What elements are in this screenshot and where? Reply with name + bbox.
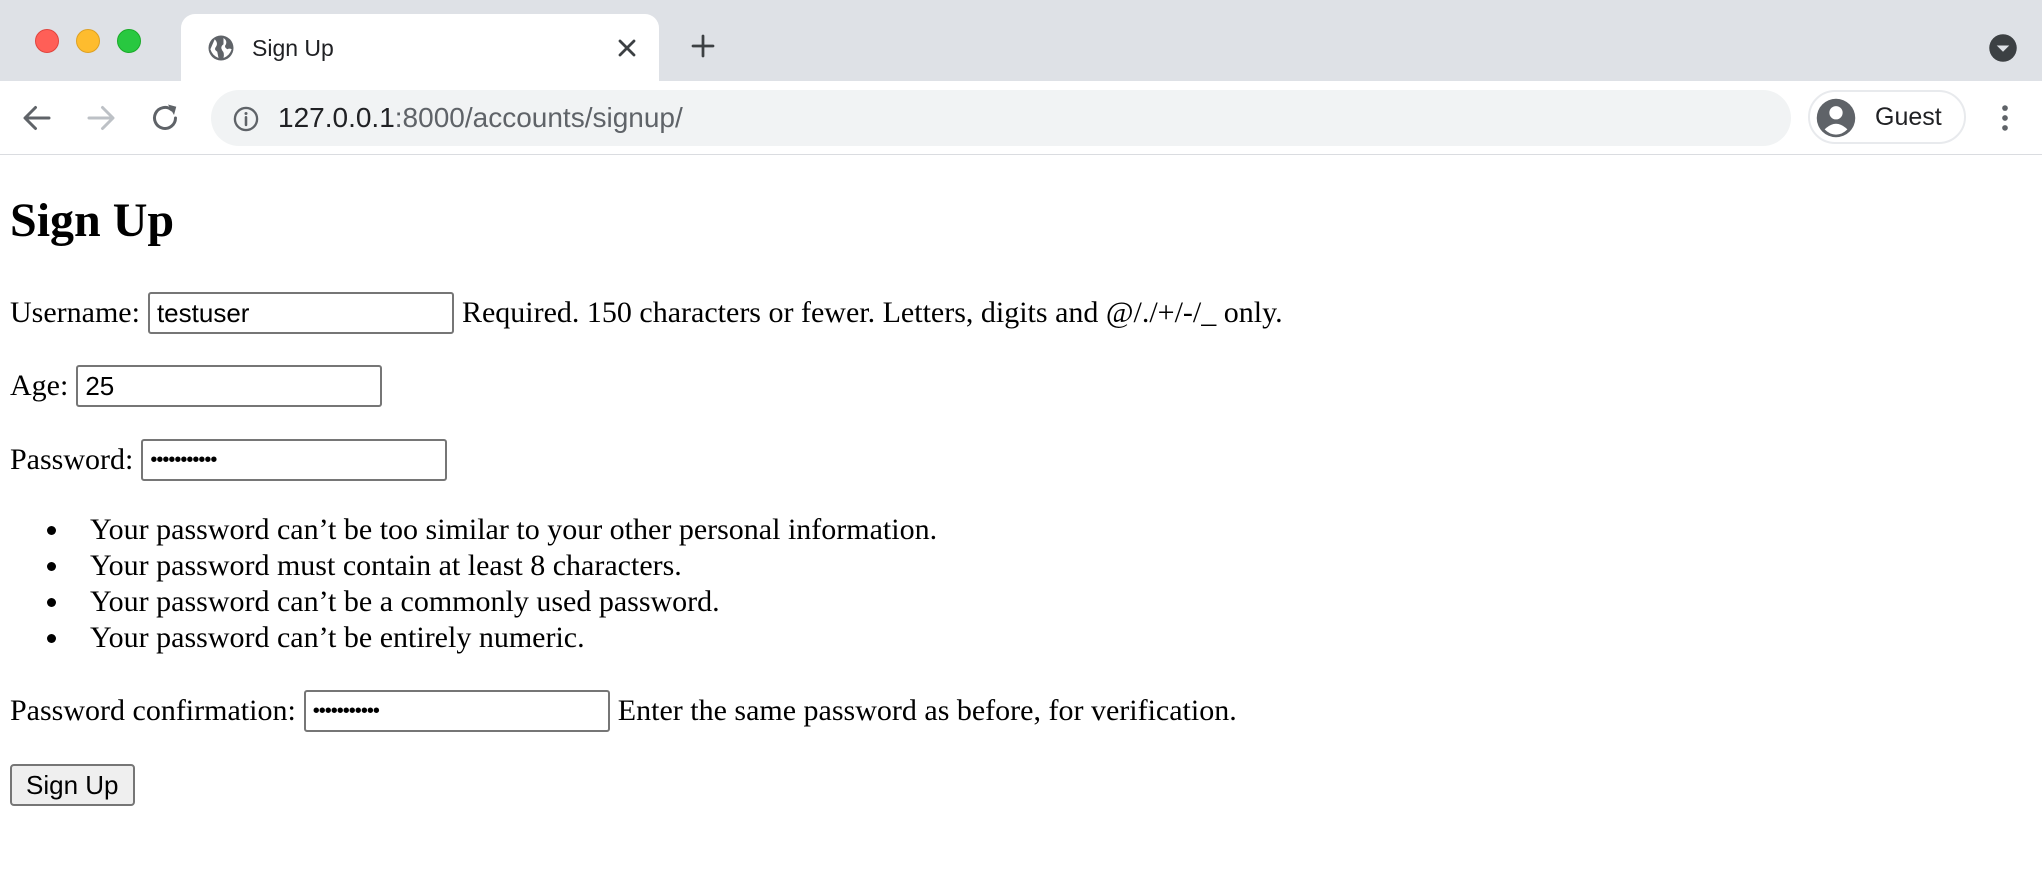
more-menu-icon[interactable] (1988, 100, 2022, 136)
close-icon[interactable] (613, 34, 641, 62)
username-row: Username: Required. 150 characters or fe… (10, 292, 1283, 334)
username-input[interactable] (147, 292, 454, 334)
password-confirmation-row: Password confirmation: Enter the same pa… (10, 690, 1237, 732)
new-tab-button[interactable] (688, 31, 718, 61)
list-item: Your password must contain at least 8 ch… (46, 548, 937, 584)
browser-toolbar: 127.0.0.1:8000/accounts/signup/ Guest (0, 81, 2042, 155)
password-confirmation-label: Password confirmation: (10, 694, 296, 727)
tab-sign-up[interactable]: Sign Up (181, 14, 659, 81)
globe-icon (208, 35, 234, 61)
window-close-button[interactable] (35, 29, 59, 53)
profile-button[interactable]: Guest (1808, 90, 1966, 144)
profile-label: Guest (1875, 103, 1942, 131)
age-row: Age: (10, 365, 383, 407)
username-label: Username: (10, 296, 140, 329)
sign-up-button[interactable]: Sign Up (10, 764, 135, 806)
reload-icon[interactable] (147, 100, 183, 136)
list-item: Your password can’t be entirely numeric. (46, 620, 937, 656)
age-input[interactable] (76, 365, 383, 407)
password-label: Password: (10, 443, 134, 476)
password-row: Password: (10, 439, 448, 481)
url-text: 127.0.0.1:8000/accounts/signup/ (278, 102, 683, 134)
password-input[interactable] (141, 439, 448, 481)
list-item: Your password can’t be too similar to yo… (46, 513, 938, 546)
address-bar[interactable]: 127.0.0.1:8000/accounts/signup/ (211, 90, 1791, 146)
password-rules-list: Your password can’t be too similar to yo… (10, 512, 937, 656)
forward-arrow-icon[interactable] (83, 100, 119, 136)
url-host: 127.0.0.1 (278, 102, 395, 133)
page-title: Sign Up (10, 194, 175, 247)
password-confirmation-input[interactable] (303, 690, 610, 732)
back-arrow-icon[interactable] (19, 100, 55, 136)
window-zoom-button[interactable] (117, 29, 141, 53)
avatar-icon (1816, 98, 1856, 138)
age-label: Age: (10, 369, 69, 402)
page-content: Sign Up Username: Required. 150 characte… (0, 155, 2042, 890)
url-path: :8000/accounts/signup/ (394, 102, 683, 133)
list-item: Your password can’t be a commonly used p… (46, 584, 937, 620)
info-icon[interactable] (232, 105, 260, 133)
password-confirmation-help-text: Enter the same password as before, for v… (617, 694, 1237, 727)
tab-search-icon[interactable] (1988, 33, 2018, 63)
window-minimize-button[interactable] (76, 29, 100, 53)
browser-tab-bar: Sign Up (0, 0, 2042, 81)
username-help-text: Required. 150 characters or fewer. Lette… (461, 296, 1283, 329)
tab-title: Sign Up (252, 35, 334, 61)
